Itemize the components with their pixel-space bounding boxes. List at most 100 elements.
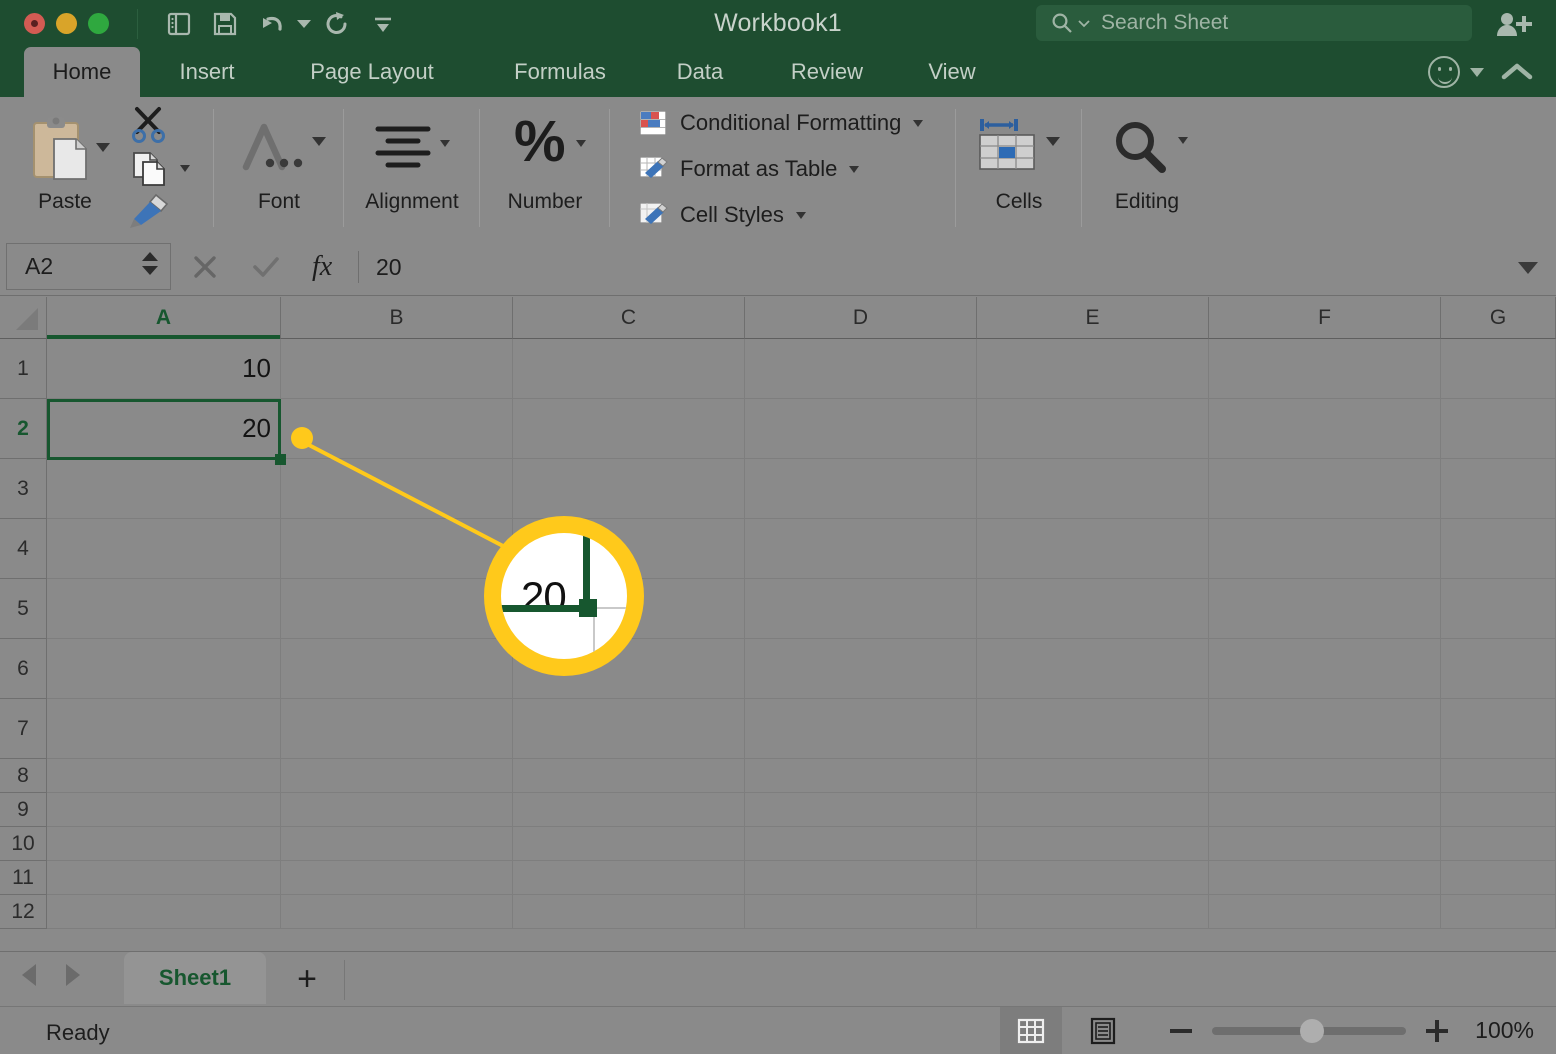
cell-F3[interactable] [1209, 459, 1441, 519]
cell-G9[interactable] [1441, 793, 1556, 827]
cell-B6[interactable] [281, 639, 513, 699]
cell-A11[interactable] [47, 861, 281, 895]
column-header-A[interactable]: A [47, 297, 281, 339]
row-header-12[interactable]: 12 [0, 895, 47, 929]
cell-E10[interactable] [977, 827, 1209, 861]
cell-E12[interactable] [977, 895, 1209, 929]
cell-A10[interactable] [47, 827, 281, 861]
cell-F5[interactable] [1209, 579, 1441, 639]
cell-D2[interactable] [745, 399, 977, 459]
cell-B7[interactable] [281, 699, 513, 759]
font-dropdown-icon[interactable] [312, 137, 326, 146]
zoom-slider-knob[interactable] [1300, 1018, 1324, 1043]
row-header-5[interactable]: 5 [0, 579, 47, 639]
column-header-C[interactable]: C [513, 297, 745, 339]
column-header-G[interactable]: G [1441, 297, 1556, 339]
normal-view-icon[interactable] [1000, 1007, 1062, 1054]
zoom-slider[interactable] [1212, 1018, 1406, 1043]
cell-G3[interactable] [1441, 459, 1556, 519]
name-box-down-icon[interactable] [142, 266, 158, 275]
add-sheet-button[interactable]: + [290, 960, 324, 998]
cell-E4[interactable] [977, 519, 1209, 579]
clipboard-icon[interactable] [28, 113, 94, 192]
cell-G10[interactable] [1441, 827, 1556, 861]
save-icon[interactable] [202, 4, 248, 44]
magnifier-icon[interactable] [1110, 117, 1172, 182]
conditional-formatting-button[interactable]: Conditional Formatting [638, 109, 924, 137]
cell-F7[interactable] [1209, 699, 1441, 759]
undo-icon[interactable] [248, 4, 294, 44]
alignment-lines-icon[interactable] [374, 123, 436, 178]
cell-A1[interactable]: 10 [47, 339, 281, 399]
cells-dropdown-icon[interactable] [1046, 137, 1060, 146]
cell-A2[interactable]: 20 [47, 399, 281, 459]
chevron-down-icon[interactable] [1518, 262, 1538, 274]
number-format-dropdown-icon[interactable] [576, 140, 586, 147]
cell-G8[interactable] [1441, 759, 1556, 793]
cell-D8[interactable] [745, 759, 977, 793]
prev-sheet-icon[interactable] [22, 964, 36, 986]
cell-F12[interactable] [1209, 895, 1441, 929]
cell-E9[interactable] [977, 793, 1209, 827]
column-header-F[interactable]: F [1209, 297, 1441, 339]
cell-F9[interactable] [1209, 793, 1441, 827]
tab-home[interactable]: Home [24, 47, 140, 97]
minimize-window-button[interactable] [56, 13, 77, 34]
cell-D10[interactable] [745, 827, 977, 861]
cell-E3[interactable] [977, 459, 1209, 519]
panel-icon[interactable] [156, 4, 202, 44]
percent-icon[interactable]: % [514, 113, 566, 171]
cell-E7[interactable] [977, 699, 1209, 759]
row-header-7[interactable]: 7 [0, 699, 47, 759]
cell-E6[interactable] [977, 639, 1209, 699]
next-sheet-icon[interactable] [66, 964, 80, 986]
row-header-2[interactable]: 2 [0, 399, 47, 459]
cell-C12[interactable] [513, 895, 745, 929]
cell-styles-button[interactable]: Cell Styles [638, 201, 806, 229]
confirm-check-icon[interactable] [250, 252, 282, 282]
cell-A6[interactable] [47, 639, 281, 699]
cell-G2[interactable] [1441, 399, 1556, 459]
cell-A7[interactable] [47, 699, 281, 759]
name-box-up-icon[interactable] [142, 252, 158, 261]
copy-dropdown-icon[interactable] [180, 165, 190, 172]
row-header-1[interactable]: 1 [0, 339, 47, 399]
cell-G5[interactable] [1441, 579, 1556, 639]
zoom-out-icon[interactable] [1170, 1028, 1192, 1033]
conditional-formatting-dropdown-icon[interactable] [913, 119, 924, 127]
alignment-dropdown-icon[interactable] [440, 140, 450, 147]
cell-C8[interactable] [513, 759, 745, 793]
maximize-window-button[interactable] [88, 13, 109, 34]
row-header-8[interactable]: 8 [0, 759, 47, 793]
cell-F11[interactable] [1209, 861, 1441, 895]
cell-C9[interactable] [513, 793, 745, 827]
person-add-icon[interactable] [1494, 10, 1534, 45]
cell-G11[interactable] [1441, 861, 1556, 895]
cell-B5[interactable] [281, 579, 513, 639]
tab-data[interactable]: Data [650, 47, 750, 97]
cell-B10[interactable] [281, 827, 513, 861]
cell-G1[interactable] [1441, 339, 1556, 399]
cell-G6[interactable] [1441, 639, 1556, 699]
cell-F2[interactable] [1209, 399, 1441, 459]
cell-D11[interactable] [745, 861, 977, 895]
format-as-table-dropdown-icon[interactable] [849, 165, 860, 173]
cell-D7[interactable] [745, 699, 977, 759]
scissors-icon[interactable] [128, 105, 170, 150]
cells-resize-icon[interactable] [976, 115, 1038, 182]
select-all-icon[interactable] [0, 297, 47, 339]
format-painter-icon[interactable] [128, 191, 172, 234]
sheet-tab-sheet1[interactable]: Sheet1 [124, 952, 266, 1004]
cell-D3[interactable] [745, 459, 977, 519]
cell-B1[interactable] [281, 339, 513, 399]
cell-C1[interactable] [513, 339, 745, 399]
feedback-dropdown-icon[interactable] [1470, 67, 1484, 77]
cell-F6[interactable] [1209, 639, 1441, 699]
cell-C10[interactable] [513, 827, 745, 861]
row-header-9[interactable]: 9 [0, 793, 47, 827]
cell-E11[interactable] [977, 861, 1209, 895]
column-header-D[interactable]: D [745, 297, 977, 339]
cell-C2[interactable] [513, 399, 745, 459]
row-header-11[interactable]: 11 [0, 861, 47, 895]
search-input[interactable]: Search Sheet [1036, 5, 1472, 41]
